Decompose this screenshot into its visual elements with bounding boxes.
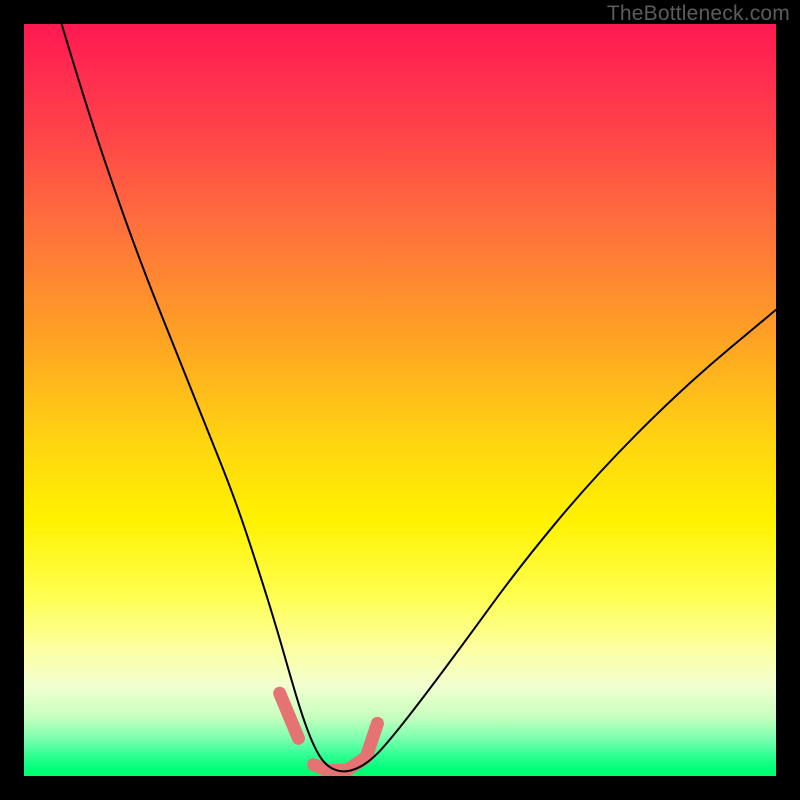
curve-layer	[24, 24, 776, 776]
watermark-text: TheBottleneck.com	[607, 2, 790, 26]
marker-segment	[280, 693, 299, 738]
marker-segment	[366, 723, 377, 757]
chart-frame: TheBottleneck.com	[0, 0, 800, 800]
bottleneck-curve	[62, 24, 776, 771]
plot-area	[24, 24, 776, 776]
marker-cluster	[280, 693, 378, 770]
